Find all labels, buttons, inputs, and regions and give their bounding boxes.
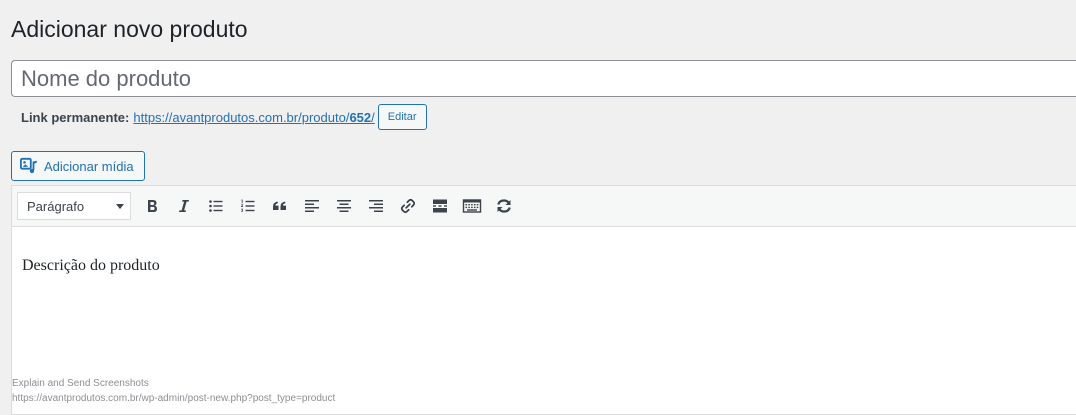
blockquote-button[interactable] (264, 191, 296, 221)
read-more-icon (430, 196, 450, 216)
permalink-url-suffix: / (371, 109, 375, 125)
permalink-row: Link permanente: https://avantprodutos.c… (21, 104, 427, 130)
align-center-icon (334, 196, 354, 216)
permalink-slug: 652 (349, 109, 372, 125)
chevron-down-icon (116, 203, 124, 209)
product-name-input[interactable] (11, 60, 1076, 97)
format-select-value: Parágrafo (27, 198, 85, 214)
add-media-button[interactable]: Adicionar mídia (11, 151, 145, 181)
add-product-page: Adicionar novo produto Link permanente: … (0, 0, 1076, 415)
bold-button[interactable] (136, 191, 168, 221)
numbered-list-button[interactable] (232, 191, 264, 221)
edit-permalink-button[interactable]: Editar (377, 104, 427, 130)
editor-text[interactable]: Descrição do produto (22, 257, 1066, 275)
sync-icon (494, 196, 514, 216)
bold-icon (142, 196, 162, 216)
sync-button[interactable] (488, 191, 520, 221)
editor-toolbar: Parágrafo (12, 186, 1076, 227)
permalink-link[interactable]: https://avantprodutos.com.br/produto/652… (133, 110, 374, 125)
quote-icon (270, 196, 290, 216)
align-left-icon (302, 196, 322, 216)
italic-icon (174, 196, 194, 216)
italic-button[interactable] (168, 191, 200, 221)
insert-link-button[interactable] (392, 191, 424, 221)
bulleted-list-button[interactable] (200, 191, 232, 221)
align-left-button[interactable] (296, 191, 328, 221)
permalink-url-prefix: https://avantprodutos.com.br/produto/ (133, 109, 350, 125)
status-overlay-title: Explain and Send Screenshots (12, 378, 149, 389)
numbered-list-icon (238, 196, 258, 216)
editor-content-area[interactable]: Descrição do produto (12, 227, 1076, 275)
align-center-button[interactable] (328, 191, 360, 221)
format-select[interactable]: Parágrafo (17, 192, 131, 220)
add-media-label: Adicionar mídia (44, 158, 134, 174)
keyboard-icon (462, 196, 482, 216)
read-more-button[interactable] (424, 191, 456, 221)
page-title: Adicionar novo produto (11, 16, 248, 42)
align-right-icon (366, 196, 386, 216)
link-icon (398, 196, 418, 216)
status-overlay: Explain and Send Screenshots https://ava… (12, 376, 335, 406)
toolbar-toggle-button[interactable] (456, 191, 488, 221)
status-overlay-url: https://avantprodutos.com.br/wp-admin/po… (12, 393, 336, 404)
align-right-button[interactable] (360, 191, 392, 221)
permalink-label: Link permanente: (21, 109, 130, 125)
bulleted-list-icon (206, 196, 226, 216)
media-icon (20, 157, 38, 175)
